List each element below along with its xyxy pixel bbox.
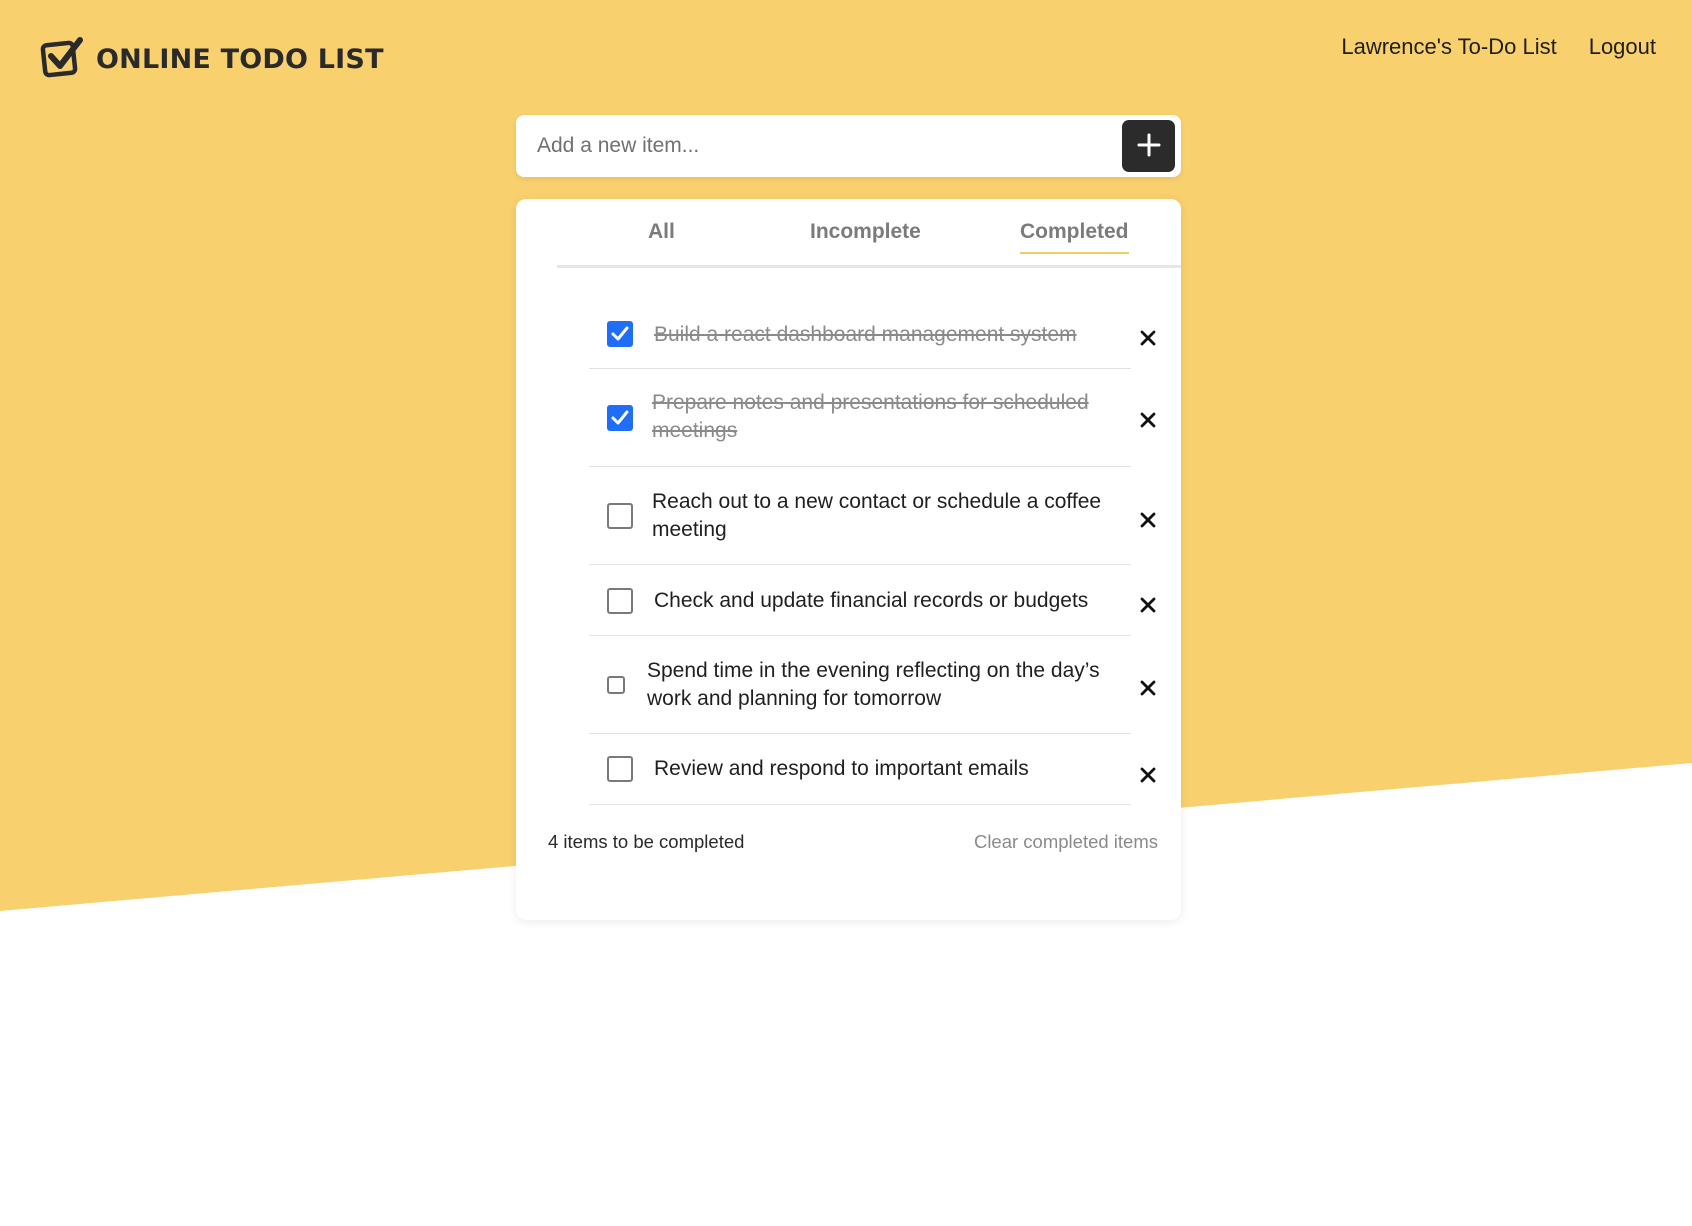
todo-card: All Incomplete Completed Build a react d… [516,199,1181,920]
item-text: Reach out to a new contact or schedule a… [652,488,1101,544]
nav-logout-link[interactable]: Logout [1589,34,1656,60]
item-text: Check and update financial records or bu… [654,589,1089,612]
item-text-line: Reach out to a new contact or schedule a… [652,490,1102,513]
tab-completed[interactable]: Completed [1020,220,1129,254]
tab-incomplete[interactable]: Incomplete [810,220,921,252]
close-icon [1140,767,1156,783]
item-text: Spend time in the evening reflecting on … [647,657,1100,713]
logo-text: ONLINE TODO LIST [96,44,384,75]
item-text-line: Spend time in the evening reflecting on … [647,659,1100,682]
close-icon [1140,330,1156,346]
delete-item-button[interactable] [1135,592,1161,618]
close-icon [1140,597,1156,613]
item-text-line: work and planning for tomorrow [647,687,942,710]
items-remaining-count: 4 items to be completed [548,831,745,852]
item-checkbox[interactable] [607,321,633,347]
item-text: Review and respond to important emails [654,757,1029,780]
todo-list: Build a react dashboard management syste… [589,299,1156,805]
check-icon [611,410,629,425]
add-item-button[interactable] [1122,120,1175,172]
item-text: Build a react dashboard management syste… [654,323,1077,346]
todo-item: Build a react dashboard management syste… [589,299,1156,369]
item-text-line: meetings [652,419,738,442]
close-icon [1140,412,1156,428]
todo-item: Check and update financial records or bu… [589,565,1156,636]
item-checkbox[interactable] [607,405,633,431]
item-checkbox[interactable] [607,676,625,694]
item-checkbox[interactable] [607,588,633,614]
delete-item-button[interactable] [1135,325,1161,351]
page: ONLINE TODO LIST Lawrence's To-Do List L… [0,0,1692,1226]
item-checkbox[interactable] [607,756,633,782]
delete-item-button[interactable] [1135,507,1161,533]
todo-item: Prepare notes and presentations for sche… [589,369,1156,467]
add-item-bar [516,115,1181,177]
delete-item-button[interactable] [1135,762,1161,788]
filter-tabs: All Incomplete Completed [557,199,1181,268]
todo-item: Review and respond to important emails [589,734,1156,805]
close-icon [1140,680,1156,696]
add-item-input[interactable] [516,134,1122,158]
delete-item-button[interactable] [1135,407,1161,433]
item-text: Prepare notes and presentations for sche… [652,389,1089,445]
todo-item: Spend time in the evening reflecting on … [589,636,1156,734]
item-text-line: Prepare notes and presentations for sche… [652,391,1089,414]
plus-icon [1136,132,1162,161]
item-text-line: meeting [652,518,727,541]
item-checkbox[interactable] [607,503,633,529]
clear-completed-button[interactable]: Clear completed items [974,831,1158,853]
checkbox-check-icon [40,34,86,85]
close-icon [1140,512,1156,528]
logo[interactable]: ONLINE TODO LIST [40,34,384,85]
delete-item-button[interactable] [1135,675,1161,701]
todo-item: Reach out to a new contact or schedule a… [589,467,1156,565]
nav-my-list-link[interactable]: Lawrence's To-Do List [1341,34,1556,60]
top-nav: Lawrence's To-Do List Logout [1341,34,1656,60]
tab-all[interactable]: All [648,220,675,252]
check-icon [611,326,629,341]
